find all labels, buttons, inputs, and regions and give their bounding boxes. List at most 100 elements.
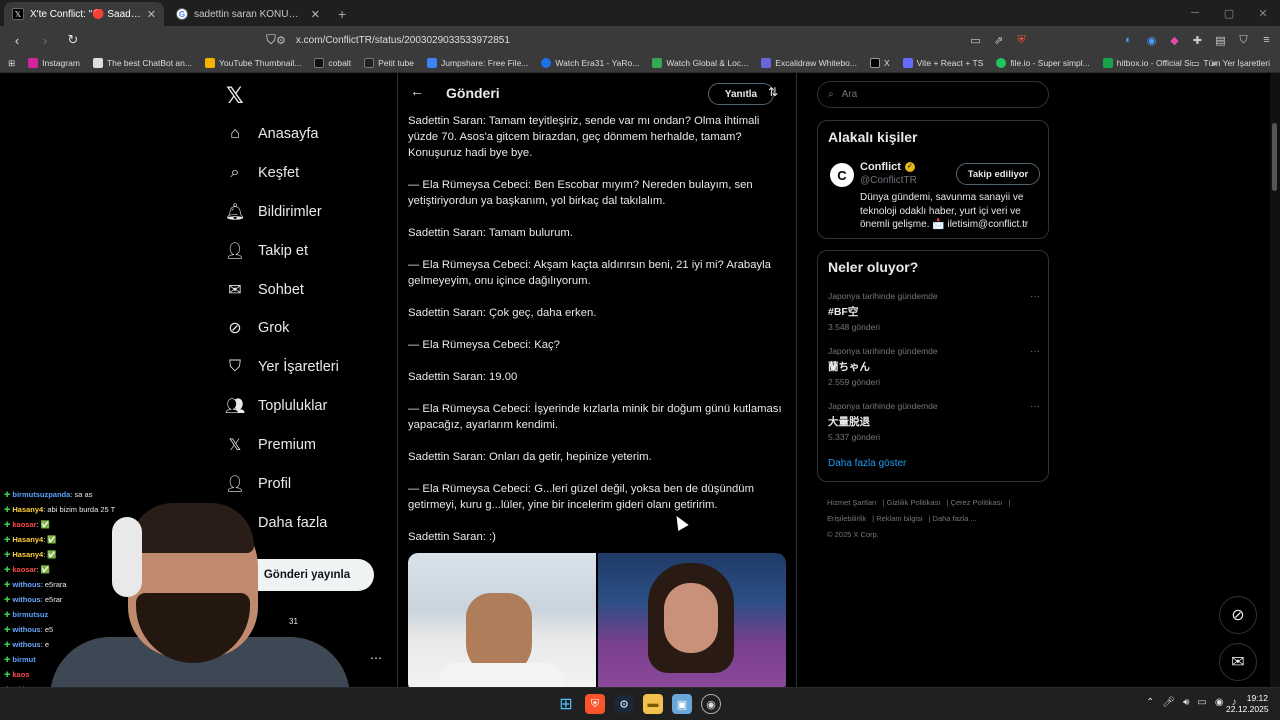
bookmark-item[interactable]: file.io - Super simpl... xyxy=(996,58,1090,68)
more-options-icon[interactable]: ··· xyxy=(1030,346,1040,357)
bookmark-item[interactable]: X xyxy=(869,58,890,68)
post-text: Sadettin Saran: :) xyxy=(408,531,496,543)
settings-icon[interactable]: ⇅ xyxy=(768,85,778,99)
nav-item-follow[interactable]: 👤︎ Takip et xyxy=(224,240,308,262)
browser-tab[interactable]: G sadettin saran KONUSMA - Google S ✕ xyxy=(168,2,328,26)
nav-item-communities[interactable]: 👥︎ Topluluklar xyxy=(224,395,327,417)
home-icon: ⌂ xyxy=(230,125,240,142)
nav-label: Yer İşaretleri xyxy=(258,359,339,375)
scrollbar-thumb[interactable] xyxy=(1272,123,1277,191)
bookmark-item[interactable]: Jumpshare: Free File... xyxy=(426,58,528,68)
photos-icon[interactable]: ▣ xyxy=(672,694,692,714)
brave-shield-icon[interactable]: ⛨ xyxy=(1012,29,1031,51)
nav-item-chat[interactable]: ✉ Sohbet xyxy=(224,279,304,301)
extension-icon[interactable]: ◐ xyxy=(1119,29,1138,51)
post-image[interactable] xyxy=(408,553,596,687)
chat-username: birmut xyxy=(12,655,36,664)
apps-icon[interactable]: ⊞ xyxy=(8,58,15,69)
x-logo-icon[interactable]: 𝕏 xyxy=(226,83,244,109)
bookmark-item[interactable]: Petit tube xyxy=(364,58,414,68)
nav-label: Profil xyxy=(258,476,292,492)
back-arrow-icon[interactable]: ← xyxy=(410,83,424,99)
reload-icon[interactable]: ↻ xyxy=(62,29,84,51)
bookmark-label: Watch Global & Loc... xyxy=(666,58,749,68)
bookmark-item[interactable]: Excalidraw Whitebo... xyxy=(761,58,857,68)
menu-icon[interactable]: ≡ xyxy=(1257,29,1276,51)
nav-item-home[interactable]: ⌂ Anasayfa xyxy=(224,123,318,145)
bookmark-item[interactable]: Watch Global & Loc... xyxy=(652,58,748,68)
bookmark-item[interactable]: Instagram xyxy=(28,58,80,68)
site-info-icon[interactable]: ⚙ xyxy=(276,34,286,47)
wallet-icon[interactable]: ⛉ xyxy=(1234,29,1253,51)
trend-item[interactable]: Japonya tarihinde gündemde 大量脱退 5.337 gö… xyxy=(828,401,1040,442)
bookmark-item[interactable]: The best ChatBot an... xyxy=(92,58,192,68)
minimize-icon[interactable]: ─ xyxy=(1178,0,1212,26)
file-explorer-icon[interactable]: ▬ xyxy=(643,694,663,714)
extension-icon[interactable]: ◉ xyxy=(1142,29,1161,51)
display-icon[interactable]: ▭ xyxy=(1197,697,1206,708)
close-window-icon[interactable]: ✕ xyxy=(1246,0,1280,26)
windows-start-icon[interactable]: ⊞ xyxy=(556,694,576,714)
search-input[interactable]: ⌕ Ara xyxy=(817,81,1049,108)
close-tab-icon[interactable]: ✕ xyxy=(147,8,156,21)
taskbar-clock[interactable]: 19:12 22.12.2025 xyxy=(1226,693,1269,715)
account-menu-icon[interactable]: ⋯ xyxy=(370,651,382,665)
footer-link[interactable]: Çerez Politikası xyxy=(950,498,1002,507)
brave-browser-icon[interactable]: ⛨ xyxy=(585,694,605,714)
grok-fab-icon[interactable]: ⊘ xyxy=(1219,596,1257,634)
address-bar[interactable]: ⚙ x.com/ConflictTR/status/20030290335339… xyxy=(276,29,1006,51)
bookmark-item[interactable]: YouTube Thumbnail... xyxy=(204,58,301,68)
tray-overflow-icon[interactable]: ⌃ xyxy=(1146,697,1154,708)
footer-link[interactable]: Reklam bilgisi xyxy=(876,514,922,523)
footer-link[interactable]: Hizmet Şartları xyxy=(827,498,877,507)
sidebar-icon[interactable]: ▤ xyxy=(1211,29,1230,51)
bookmark-item[interactable]: Watch Era31 - YaRo... xyxy=(541,58,639,68)
copyright: © 2025 X Corp. xyxy=(827,530,879,539)
forward-icon[interactable]: › xyxy=(34,29,56,51)
obs-icon[interactable]: ◉ xyxy=(701,694,721,714)
x-icon: 𝕏 xyxy=(228,437,242,454)
messages-fab-icon[interactable]: ✉ xyxy=(1219,643,1257,681)
nav-item-bookmarks[interactable]: ⛉ Yer İşaretleri xyxy=(224,356,339,378)
maximize-icon[interactable]: ▢ xyxy=(1212,0,1246,26)
reply-button[interactable]: Yanıtla xyxy=(708,83,774,105)
steam-icon[interactable]: ⚙ xyxy=(614,694,634,714)
bookmark-label: The best ChatBot an... xyxy=(106,58,192,68)
bookmark-item[interactable]: cobalt xyxy=(314,58,351,68)
all-bookmarks-folder[interactable]: ▭ Tüm Yer İşaretleri xyxy=(1191,58,1270,69)
footer-link[interactable]: Gizlilik Politikası xyxy=(887,498,941,507)
extension-icon[interactable]: ◆ xyxy=(1165,29,1184,51)
back-icon[interactable]: ‹ xyxy=(6,29,28,51)
nav-item-premium[interactable]: 𝕏 Premium xyxy=(224,434,316,456)
nav-item-notifications[interactable]: 🔔︎ Bildirimler xyxy=(224,201,322,223)
photo-shirt xyxy=(438,663,564,687)
search-icon: ⌕ xyxy=(230,164,240,181)
nav-item-grok[interactable]: ⊘ Grok xyxy=(224,317,289,339)
footer-link[interactable]: Daha fazla ... xyxy=(933,514,977,523)
extensions-icon[interactable]: ✚ xyxy=(1188,29,1207,51)
network-icon[interactable]: ◉ xyxy=(1215,697,1224,708)
more-options-icon[interactable]: ··· xyxy=(1030,401,1040,412)
trend-item[interactable]: Japonya tarihinde gündemde 蘭ちゃん 2.559 gö… xyxy=(828,346,1040,387)
share-icon[interactable]: ⇗ xyxy=(989,29,1008,51)
cast-icon[interactable]: ▭ xyxy=(966,29,985,51)
close-tab-icon[interactable]: ✕ xyxy=(311,8,320,21)
scrollbar[interactable] xyxy=(1270,73,1280,687)
stream-chat-overlay: ✚ birmutsuzpanda: sa as ✚ Hasany4: abi bi… xyxy=(0,487,240,687)
chat-text: : sa as xyxy=(70,490,93,499)
more-options-icon[interactable]: ··· xyxy=(1030,291,1040,302)
trend-item[interactable]: Japonya tarihinde gündemde #BF空 3.548 gö… xyxy=(828,291,1040,332)
post-image[interactable] xyxy=(598,553,786,687)
following-button[interactable]: Takip ediliyor xyxy=(956,163,1040,185)
microphone-icon[interactable]: 🎤︎ xyxy=(1162,697,1175,708)
show-more-link[interactable]: Daha fazla göster xyxy=(828,458,906,469)
bookmark-item[interactable]: Vite + React + TS xyxy=(902,58,983,68)
avatar[interactable]: C xyxy=(830,163,854,187)
profile-name[interactable]: Conflict ✓ xyxy=(860,161,915,173)
browser-tab-active[interactable]: 𝕏 X'te Conflict: "🔴 Saadettin Saran ✕ xyxy=(4,2,164,26)
volume-icon[interactable]: 🔊︎ xyxy=(1183,697,1189,708)
new-tab-icon[interactable]: + xyxy=(338,2,346,26)
footer-link[interactable]: Erişilebilirlik xyxy=(827,514,866,523)
nav-item-explore[interactable]: ⌕ Keşfet xyxy=(224,162,300,184)
bookmark-item[interactable]: hitbox.io - Official Si... xyxy=(1102,58,1199,68)
